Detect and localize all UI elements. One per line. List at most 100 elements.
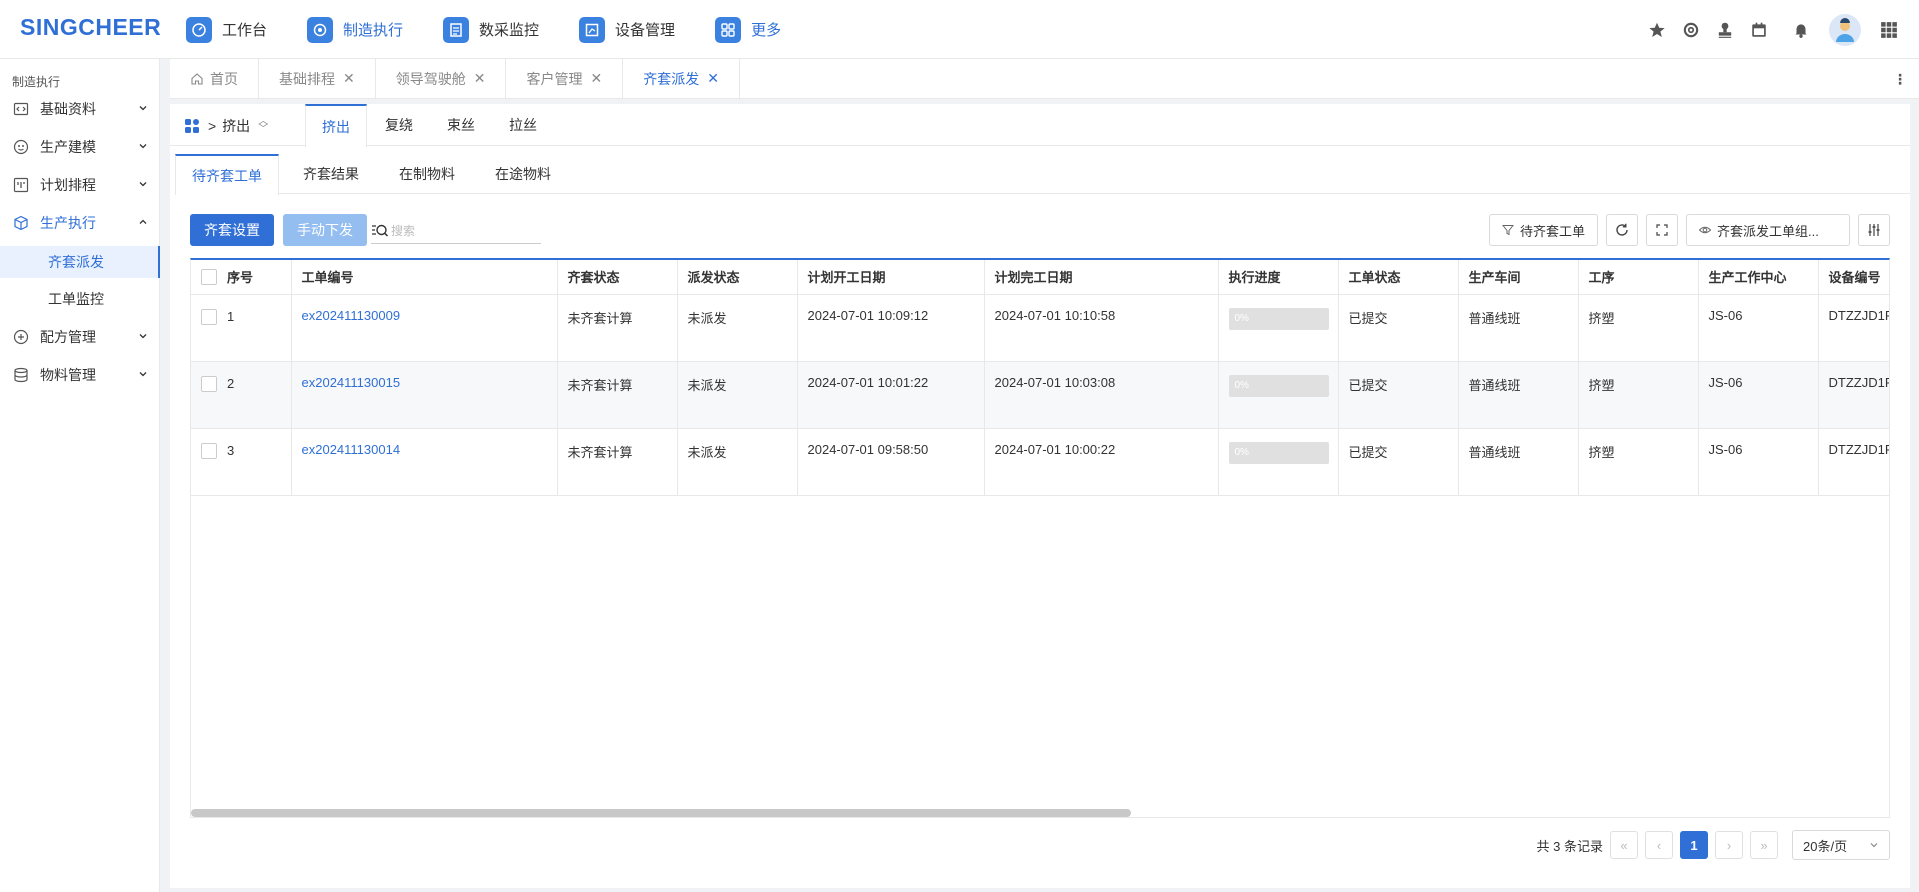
pagination: 共 3 条记录 « ‹ 1 › » 20条/页	[1537, 830, 1890, 860]
process-tab-extrusion[interactable]: 挤出	[305, 104, 367, 147]
cube-icon	[12, 214, 30, 232]
sidebar-item-modeling[interactable]: 生产建模	[0, 128, 160, 166]
subtab-wip-material[interactable]: 在制物料	[383, 154, 471, 194]
select-all-checkbox[interactable]	[201, 268, 217, 285]
cell-work-center: JS-06	[1698, 361, 1819, 429]
sidebar-item-basic-data[interactable]: 基础资料	[0, 90, 160, 128]
app-grid-icon[interactable]	[1879, 20, 1899, 40]
subtab-label: 在制物料	[399, 166, 455, 182]
next-page-button[interactable]: ›	[1715, 831, 1743, 859]
sidebar-item-material[interactable]: 物料管理	[0, 356, 160, 394]
column-header[interactable]: 工单编号	[291, 260, 558, 295]
settings-icon[interactable]	[1681, 20, 1701, 40]
process-tab-bunching[interactable]: 束丝	[431, 104, 491, 146]
close-icon[interactable]: ✕	[343, 70, 355, 87]
nav-label: 数采监控	[479, 22, 540, 39]
column-header[interactable]: 生产工作中心	[1698, 260, 1819, 295]
cell-plan-start: 2024-07-01 10:09:12	[797, 294, 985, 362]
order-number-link[interactable]: ex202411130009	[291, 294, 558, 362]
filter-button[interactable]: 待齐套工单	[1488, 214, 1598, 246]
first-page-button[interactable]: «	[1610, 831, 1638, 859]
nav-manufacturing[interactable]: 制造执行	[307, 16, 404, 43]
schedule-icon	[12, 176, 30, 194]
process-tab-drawing[interactable]: 拉丝	[493, 104, 553, 146]
manual-dispatch-button[interactable]: 手动下发	[283, 214, 367, 246]
nav-dashboard[interactable]: 工作台	[186, 16, 267, 43]
table-row[interactable]: 3 ex202411130014 未齐套计算 未派发 2024-07-01 09…	[191, 428, 1889, 496]
view-select[interactable]: 齐套派发工单组...	[1686, 214, 1850, 246]
horizontal-scrollbar[interactable]	[191, 809, 1131, 817]
table-row[interactable]: 1 ex202411130009 未齐套计算 未派发 2024-07-01 10…	[191, 294, 1889, 362]
process-tab-rewind[interactable]: 复绕	[369, 104, 429, 146]
search-input[interactable]	[391, 223, 531, 238]
refresh-button[interactable]	[1606, 214, 1638, 246]
close-icon[interactable]: ✕	[707, 70, 719, 87]
cell-plan-start: 2024-07-01 10:01:22	[797, 361, 985, 429]
bell-icon[interactable]	[1791, 20, 1811, 40]
modeling-icon	[12, 138, 30, 156]
column-settings-button[interactable]	[1858, 214, 1890, 246]
cell-equipment: DTZZJD1F	[1818, 361, 1889, 429]
main-panel: > 挤出 ︿ ﹀ 挤出 复绕 束丝 拉丝 待齐套工单 齐套结果 在制物料 在途物料…	[170, 104, 1910, 888]
brand-logo[interactable]: SINGCHEER	[20, 14, 161, 41]
nav-label: 制造执行	[343, 22, 404, 39]
page-size-select[interactable]: 20条/页	[1792, 830, 1890, 860]
fullscreen-button[interactable]	[1646, 214, 1678, 246]
row-checkbox[interactable]	[201, 308, 217, 325]
sidebar-subitem-order-monitor[interactable]: 工单监控	[0, 283, 160, 315]
page-number-button[interactable]: 1	[1680, 831, 1708, 859]
column-header[interactable]: 齐套状态	[557, 260, 678, 295]
prev-page-button[interactable]: ‹	[1645, 831, 1673, 859]
tab-customer[interactable]: 客户管理 ✕	[506, 59, 624, 98]
tab-home[interactable]: 首页	[170, 59, 259, 98]
column-header[interactable]: 设备编号	[1818, 260, 1889, 295]
calendar-icon[interactable]	[1749, 20, 1769, 40]
sidebar-item-recipe[interactable]: 配方管理	[0, 318, 160, 356]
avatar[interactable]	[1829, 13, 1861, 46]
nav-equipment[interactable]: 设备管理	[579, 16, 675, 43]
more-apps-icon	[715, 16, 742, 43]
cell-kit-status: 未齐套计算	[557, 294, 678, 362]
close-icon[interactable]: ✕	[474, 70, 486, 87]
page-size-label: 20条/页	[1803, 838, 1848, 854]
toolbar-right: 待齐套工单 齐套派发工单组...	[1481, 214, 1890, 246]
column-header[interactable]: 派发状态	[677, 260, 798, 295]
column-header[interactable]: 生产车间	[1458, 260, 1579, 295]
row-checkbox[interactable]	[201, 375, 217, 392]
subtab-label: 齐套结果	[303, 166, 359, 182]
subtab-pending-orders[interactable]: 待齐套工单	[175, 154, 279, 195]
nav-more[interactable]: 更多	[715, 16, 781, 43]
column-header[interactable]: 工序	[1578, 260, 1699, 295]
column-header[interactable]: 计划完工日期	[984, 260, 1219, 295]
process-selector[interactable]: > 挤出 ︿ ﹀	[184, 116, 268, 136]
star-icon[interactable]	[1647, 20, 1667, 40]
column-header[interactable]: 工单状态	[1338, 260, 1459, 295]
last-page-button[interactable]: »	[1750, 831, 1778, 859]
tab-cockpit[interactable]: 领导驾驶舱 ✕	[376, 59, 507, 98]
column-header[interactable]: 执行进度	[1218, 260, 1339, 295]
table-row[interactable]: 2 ex202411130015 未齐套计算 未派发 2024-07-01 10…	[191, 361, 1889, 429]
row-checkbox[interactable]	[201, 442, 217, 459]
order-number-link[interactable]: ex202411130015	[291, 361, 558, 429]
search-icon[interactable]	[371, 223, 389, 239]
close-icon[interactable]: ✕	[590, 70, 602, 87]
sidebar-item-label: 物料管理	[40, 367, 96, 383]
sidebar-item-production-exec[interactable]: 生产执行	[0, 204, 160, 242]
chevron-up-icon	[139, 219, 147, 224]
tab-label: 基础排程	[279, 70, 335, 87]
sidebar-item-planning[interactable]: 计划排程	[0, 166, 160, 204]
cell-order-status: 已提交	[1338, 294, 1459, 362]
column-header[interactable]: 计划开工日期	[797, 260, 985, 295]
tab-basic-schedule[interactable]: 基础排程 ✕	[259, 59, 376, 98]
sort-updown-icon[interactable]: ︿ ﹀	[258, 117, 268, 135]
more-vertical-icon[interactable]: ⋮	[1893, 71, 1907, 88]
tab-kit-dispatch[interactable]: 齐套派发 ✕	[623, 59, 740, 98]
stamp-icon[interactable]	[1715, 20, 1735, 40]
subtab-kit-results[interactable]: 齐套结果	[287, 154, 375, 194]
nav-data-monitor[interactable]: 数采监控	[443, 16, 540, 43]
sidebar-subitem-kit-dispatch[interactable]: 齐套派发	[0, 246, 160, 278]
subtab-in-transit-material[interactable]: 在途物料	[479, 154, 567, 194]
order-number-link[interactable]: ex202411130014	[291, 428, 558, 496]
kit-settings-button[interactable]: 齐套设置	[190, 214, 274, 246]
cell-workshop: 普通线班	[1458, 361, 1579, 429]
